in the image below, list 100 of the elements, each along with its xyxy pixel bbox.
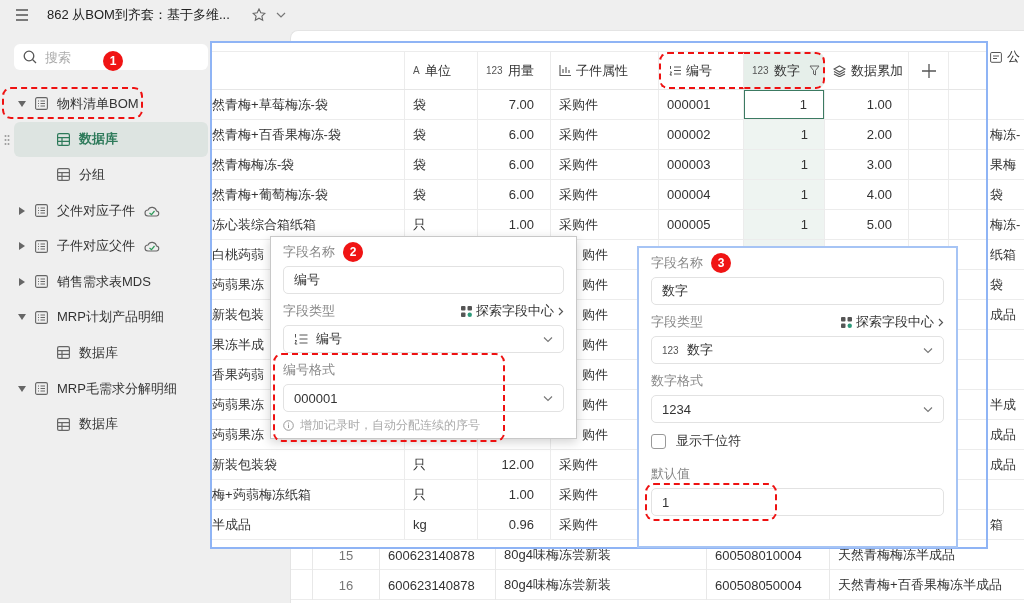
menu-icon[interactable]	[15, 9, 29, 21]
step-badge: 2	[343, 242, 363, 262]
column-header[interactable]: 数据累加	[825, 52, 909, 89]
table-cell: 箱	[990, 515, 1003, 534]
field-type-icon: A	[413, 65, 420, 76]
table-cell-text: 1.00	[507, 486, 535, 504]
document-list-icon	[35, 239, 48, 253]
table-cell-text: 袋	[412, 125, 427, 144]
field-label: 数字格式	[651, 372, 703, 390]
table-cell-text: 000001	[666, 96, 712, 114]
tree-item[interactable]: 销售需求表MDS	[14, 263, 208, 300]
tree-item[interactable]: MRP毛需求分解明细	[14, 370, 208, 407]
tree-item[interactable]: 父件对应子件	[14, 192, 208, 229]
table-icon	[57, 417, 70, 431]
checkbox[interactable]	[651, 433, 666, 449]
table-cell: 半成	[990, 395, 1016, 414]
input-field[interactable]: 编号	[283, 266, 564, 294]
table-cell-text: 0.96	[507, 516, 535, 534]
table-cell-text: 只	[412, 215, 427, 234]
table-cell-text: 袋	[412, 155, 427, 174]
layers-icon	[833, 64, 846, 77]
table-cell-text: 采购件	[558, 125, 599, 144]
table-cell-text: 1	[799, 156, 809, 174]
caret-icon[interactable]	[18, 277, 26, 286]
table-cell-text: 1	[799, 216, 809, 234]
column-header[interactable]: 123 用量	[478, 52, 551, 89]
table-cell-text: 果冻半成	[212, 335, 265, 354]
table-cell-text: 采购件	[558, 185, 599, 204]
table-cell-text: 袋	[412, 185, 427, 204]
table-cell-text: 购件	[581, 245, 609, 264]
explore-link[interactable]: 探索字段中心	[461, 302, 564, 320]
table-cell-text: 然青梅+草莓梅冻-袋	[212, 95, 329, 114]
column-header[interactable]: 子件属性	[551, 52, 659, 89]
field-type-icon: 123	[662, 344, 679, 356]
tree-item[interactable]: 物料清单BOM	[14, 86, 208, 122]
table-cell-text: 只	[412, 485, 427, 504]
caret-icon[interactable]	[18, 99, 26, 108]
document-list-icon	[35, 204, 48, 218]
select-field[interactable]: 123 数字	[651, 336, 944, 364]
table-cell-text: 然青梅+百香果梅冻-袋	[212, 125, 342, 144]
table-cell-text: 000002	[666, 126, 712, 144]
field-type-icon: 123	[486, 65, 503, 76]
input-field[interactable]: 数字	[651, 277, 944, 305]
table-cell-text: 香果蒟蒻	[212, 365, 265, 384]
star-icon[interactable]	[251, 8, 266, 22]
caret-icon[interactable]	[18, 313, 26, 322]
table-cell-text: 采购件	[558, 515, 599, 534]
drag-handle-icon[interactable]	[4, 133, 10, 146]
hint-text: 增加记录时，自动分配连续的序号	[300, 417, 480, 434]
table-cell-text: 1.00	[507, 216, 535, 234]
field-label: 字段类型	[651, 313, 703, 331]
table-cell-text: 采购件	[558, 455, 599, 474]
table-cell: 成品	[990, 305, 1016, 324]
table-cell-text: 000004	[666, 186, 712, 204]
tree-item[interactable]: 子件对应父件	[14, 228, 208, 264]
select-field[interactable]: 000001	[283, 384, 564, 412]
table-cell-text: 采购件	[558, 95, 599, 114]
chevron-down-icon[interactable]	[275, 11, 286, 19]
tree-item[interactable]: 数据库	[14, 335, 208, 371]
field-label: 字段类型	[283, 302, 335, 320]
notice-icon	[990, 51, 1002, 63]
table-cell-text: 购件	[581, 275, 609, 294]
table-cell-text: 蒟蒻果冻	[212, 275, 265, 294]
select-field[interactable]: 1234	[651, 395, 944, 423]
table-cell-text: 1	[799, 186, 809, 204]
chevron-down-icon	[923, 346, 933, 354]
document-list-icon	[35, 382, 48, 396]
caret-icon[interactable]	[18, 242, 26, 251]
tree-item[interactable]: 数据库	[14, 406, 208, 442]
chevron-down-icon	[923, 405, 933, 413]
table-cell: 16	[312, 570, 379, 600]
table-cell-text: 购件	[581, 365, 609, 384]
tree-item[interactable]: MRP计划产品明细	[14, 299, 208, 336]
table-cell-text: 白桃蒟蒻	[212, 245, 265, 264]
table-cell: 梅冻-	[990, 125, 1021, 144]
table-cell-text: 7.00	[507, 96, 535, 114]
field-type-icon: 123	[752, 65, 769, 76]
column-header[interactable]: 公	[990, 39, 1024, 75]
table-cell-text: 2.00	[865, 126, 893, 144]
explore-link[interactable]: 探索字段中心	[841, 313, 944, 331]
table-cell-text: kg	[412, 516, 428, 534]
filter-icon[interactable]	[808, 65, 820, 76]
numbered-list-icon	[294, 333, 308, 345]
select-field[interactable]: 编号	[283, 325, 564, 353]
column-header[interactable]: 123 数字	[744, 52, 825, 89]
input-field[interactable]: 1	[651, 488, 944, 516]
field-label: 字段名称	[651, 254, 703, 272]
field-label: 字段名称	[283, 243, 335, 261]
caret-icon[interactable]	[18, 206, 26, 215]
table-cell-text: 000005	[666, 216, 712, 234]
table-cell-text: 梅+蒟蒻梅冻纸箱	[212, 485, 312, 504]
table-cell-text: 半成品	[212, 515, 252, 534]
plus-icon	[921, 63, 936, 78]
column-header[interactable]: A 单位	[405, 52, 478, 89]
caret-icon[interactable]	[18, 384, 26, 393]
table-cell: 80g4味梅冻尝新装	[495, 570, 706, 600]
table-cell-text: 然青梅+葡萄梅冻-袋	[212, 185, 329, 204]
tree-item[interactable]: 分组	[14, 157, 208, 193]
apps-icon	[461, 305, 472, 317]
document-list-icon	[35, 97, 48, 111]
